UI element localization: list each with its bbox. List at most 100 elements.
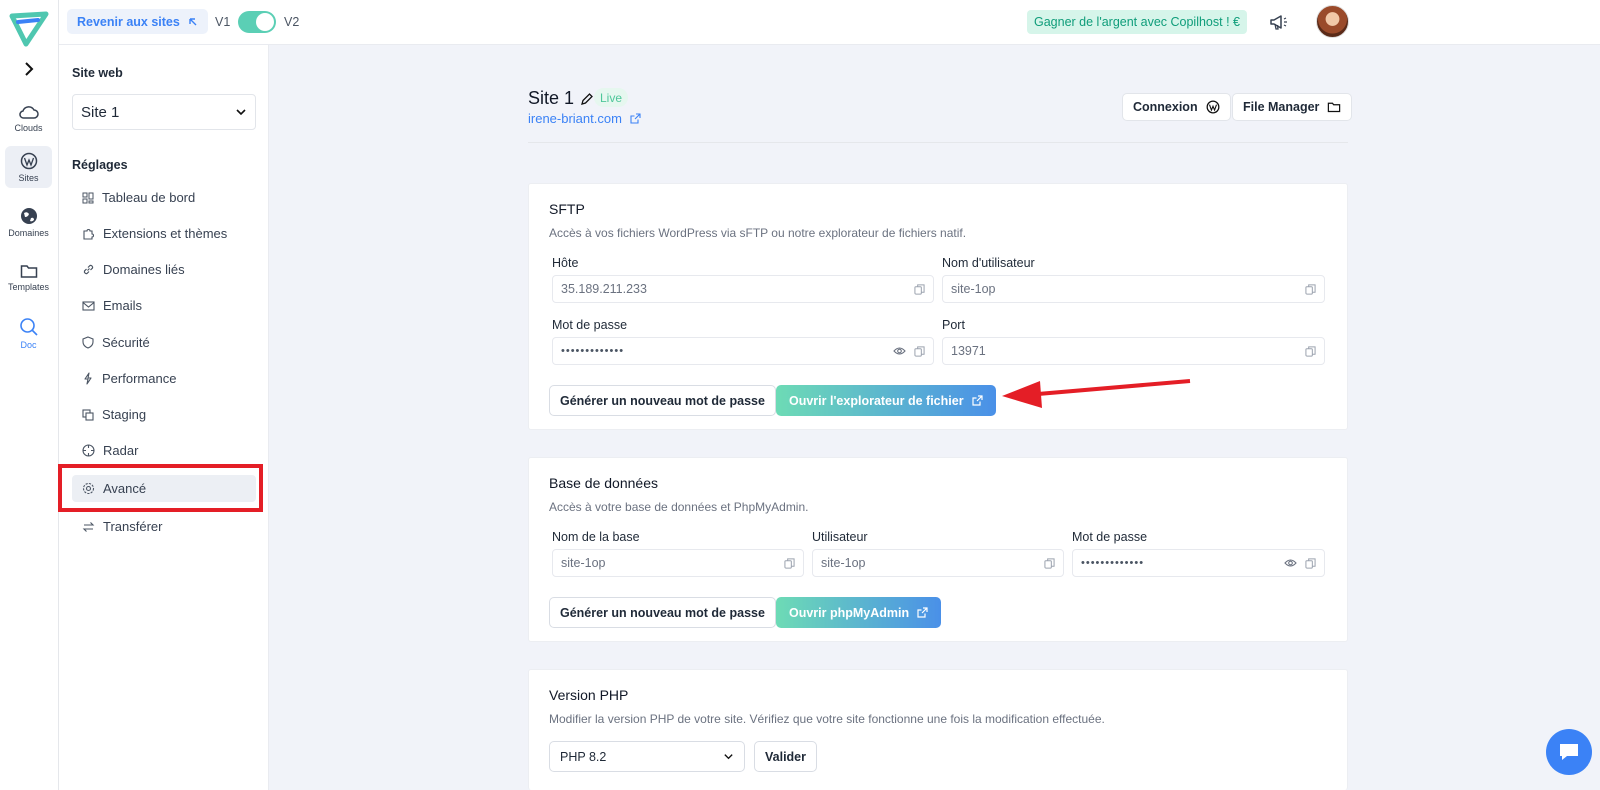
open-file-explorer-label: Ouvrir l'explorateur de fichier (789, 393, 964, 408)
db-new-password-button[interactable]: Générer un nouveau mot de passe (549, 597, 776, 628)
copy-icon[interactable] (784, 557, 795, 569)
db-name-label: Nom de la base (552, 530, 640, 544)
eye-icon[interactable] (1284, 558, 1297, 568)
copy-icon[interactable] (1044, 557, 1055, 569)
user-avatar[interactable] (1316, 5, 1349, 38)
annotation-highlight-box (58, 464, 263, 512)
dashboard-icon (82, 192, 94, 204)
password-label: Mot de passe (552, 318, 628, 332)
open-phpmyadmin-label: Ouvrir phpMyAdmin (789, 605, 910, 620)
status-badge: Live (594, 88, 629, 107)
username-label: Nom d'utilisateur (942, 256, 1035, 270)
sidebar-item-staging[interactable]: Staging (72, 401, 256, 428)
sidebar-item-performance[interactable]: Performance (72, 365, 256, 392)
cloud-icon (18, 104, 39, 120)
header-divider (528, 142, 1348, 143)
wordpress-icon (20, 152, 38, 170)
db-name-field[interactable]: site-1op (552, 549, 804, 577)
external-link-icon (971, 395, 983, 406)
sidebar-item-label: Domaines liés (103, 262, 185, 277)
username-value: site-1op (951, 282, 996, 296)
file-manager-button[interactable]: File Manager (1232, 93, 1353, 121)
sidebar-item-emails[interactable]: Emails (72, 292, 256, 319)
php-version-select[interactable]: PHP 8.2 (549, 741, 745, 772)
rail-label: Doc (20, 339, 37, 350)
rail-item-doc[interactable]: Doc (5, 312, 52, 354)
arrow-up-left-icon (188, 17, 198, 27)
port-value: 13971 (951, 344, 986, 358)
folder-icon (20, 263, 38, 279)
rail-item-domaines[interactable]: Domaines (5, 201, 52, 243)
connexion-button[interactable]: Connexion (1122, 93, 1231, 121)
megaphone-icon[interactable] (1268, 11, 1290, 33)
sidebar-item-label: Staging (102, 407, 147, 422)
sidebar-item-label: Radar (103, 443, 139, 458)
sftp-new-password-button[interactable]: Générer un nouveau mot de passe (549, 385, 776, 416)
website-heading: Site web (72, 66, 123, 80)
app-rail: Clouds Sites Domaines Templates Doc (0, 0, 59, 790)
port-field[interactable]: 13971 (942, 337, 1325, 365)
search-icon (19, 317, 39, 337)
folder-icon (1327, 101, 1341, 113)
site-select-value: Site 1 (81, 103, 120, 121)
open-phpmyadmin-button[interactable]: Ouvrir phpMyAdmin (776, 597, 942, 628)
password-value: ••••••••••••• (561, 345, 625, 357)
annotation-arrow (1000, 378, 1192, 410)
host-field[interactable]: 35.189.211.233 (552, 275, 934, 303)
host-value: 35.189.211.233 (561, 282, 647, 296)
copy-icon[interactable] (1305, 557, 1316, 569)
rail-label: Domaines (8, 227, 49, 238)
db-user-value: site-1op (821, 556, 866, 570)
sftp-title: SFTP (549, 201, 585, 217)
sidebar-item-label: Performance (102, 371, 177, 386)
back-to-sites-label: Revenir aux sites (77, 14, 180, 29)
version-v1-label: V1 (215, 15, 231, 29)
pencil-icon[interactable] (580, 92, 594, 106)
chevron-right-icon[interactable] (20, 60, 38, 78)
database-description: Accès à votre base de données et PhpMyAd… (549, 500, 809, 514)
chevron-down-icon (235, 106, 247, 118)
validate-button[interactable]: Valider (754, 741, 817, 772)
copy-icon[interactable] (1305, 345, 1316, 357)
username-field[interactable]: site-1op (942, 275, 1325, 303)
link-icon (82, 263, 95, 276)
open-file-explorer-button[interactable]: Ouvrir l'explorateur de fichier (776, 385, 996, 416)
copilhost-logo[interactable] (8, 10, 50, 48)
copy-icon (82, 408, 94, 421)
sftp-card: SFTP Accès à vos fichiers WordPress via … (528, 183, 1348, 430)
site-select[interactable]: Site 1 (72, 94, 256, 130)
site-url-link[interactable]: irene-briant.com (528, 111, 641, 126)
rail-item-templates[interactable]: Templates (5, 256, 52, 298)
earn-money-banner[interactable]: Gagner de l'argent avec Copilhost ! € (1027, 10, 1247, 34)
sidebar-item-domaines-lies[interactable]: Domaines liés (72, 256, 256, 283)
sidebar-item-extensions[interactable]: Extensions et thèmes (72, 220, 256, 247)
php-title: Version PHP (549, 687, 629, 703)
sidebar-item-securite[interactable]: Sécurité (72, 329, 256, 356)
site-url-text: irene-briant.com (528, 111, 622, 126)
copy-icon[interactable] (914, 345, 925, 357)
db-password-field[interactable]: ••••••••••••• (1072, 549, 1325, 577)
connexion-label: Connexion (1133, 100, 1198, 114)
rail-item-sites[interactable]: Sites (5, 146, 52, 188)
copy-icon[interactable] (914, 283, 925, 295)
copy-icon[interactable] (1305, 283, 1316, 295)
version-v2-label: V2 (284, 15, 300, 29)
eye-icon[interactable] (893, 346, 906, 356)
rail-item-clouds[interactable]: Clouds (5, 97, 52, 139)
version-toggle[interactable] (238, 11, 276, 33)
sidebar-item-radar[interactable]: Radar (72, 437, 256, 464)
db-user-field[interactable]: site-1op (812, 549, 1064, 577)
password-field[interactable]: ••••••••••••• (552, 337, 934, 365)
sidebar-item-transferer[interactable]: Transférer (72, 513, 256, 540)
puzzle-icon (82, 227, 95, 240)
settings-sidebar: Site web Site 1 Réglages Tableau de bord… (59, 45, 269, 790)
sidebar-item-label: Emails (103, 298, 143, 313)
chat-button[interactable] (1546, 729, 1592, 775)
chat-icon (1557, 741, 1581, 763)
sidebar-item-tableau-de-bord[interactable]: Tableau de bord (72, 184, 256, 211)
bolt-icon (82, 372, 94, 385)
back-to-sites-button[interactable]: Revenir aux sites (67, 9, 208, 34)
transfer-icon (82, 521, 95, 533)
file-manager-label: File Manager (1243, 100, 1320, 114)
sidebar-item-label: Sécurité (102, 335, 150, 350)
